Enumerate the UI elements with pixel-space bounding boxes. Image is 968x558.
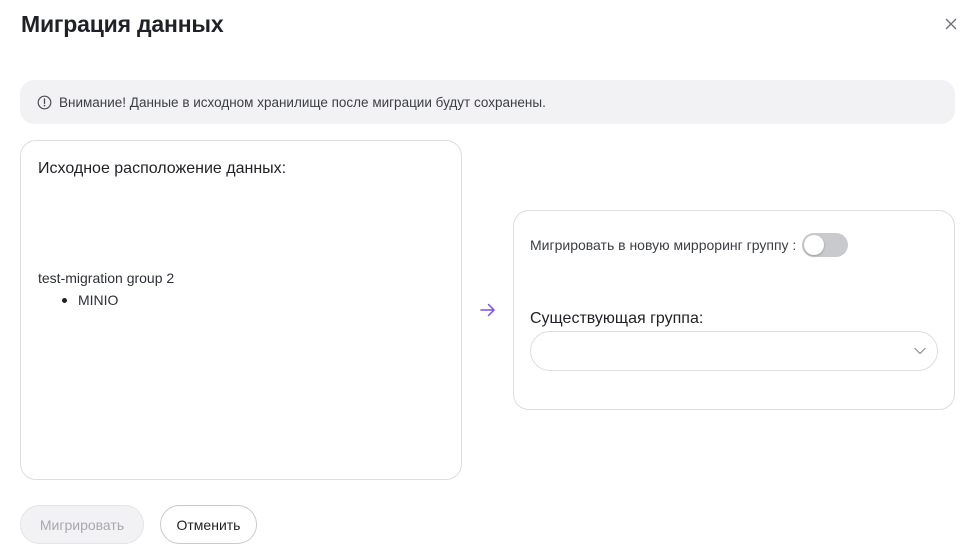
new-group-toggle-label: Мигрировать в новую мирроринг группу : (530, 237, 797, 253)
migration-dialog: Миграция данных Внимание! Данные в исход… (0, 0, 968, 558)
alert-text: Внимание! Данные в исходном хранилище по… (59, 94, 546, 110)
source-title: Исходное расположение данных: (38, 160, 287, 177)
list-item: MINIO (62, 292, 118, 308)
dialog-title: Миграция данных (21, 11, 224, 37)
destination-card: Мигрировать в новую мирроринг группу : С… (513, 210, 955, 410)
source-group-name: test-migration group 2 (38, 270, 175, 286)
storage-label: MINIO (78, 292, 119, 308)
close-icon[interactable] (941, 14, 961, 34)
bullet-icon (62, 297, 67, 303)
source-card: Исходное расположение данных: test-migra… (20, 140, 462, 480)
existing-group-label: Существующая группа: (530, 310, 704, 327)
info-circle-icon (37, 95, 52, 110)
storage-list: MINIO (62, 292, 118, 308)
migrate-button[interactable]: Мигрировать (20, 505, 144, 544)
new-group-toggle-row: Мигрировать в новую мирроринг группу : (530, 233, 849, 257)
info-alert: Внимание! Данные в исходном хранилище по… (20, 80, 955, 124)
chevron-down-icon (913, 344, 927, 358)
toggle-knob (804, 235, 825, 255)
existing-group-select[interactable] (530, 331, 938, 371)
cancel-button[interactable]: Отменить (160, 505, 257, 544)
arrow-right-icon (478, 300, 498, 320)
new-group-toggle[interactable] (802, 233, 849, 257)
